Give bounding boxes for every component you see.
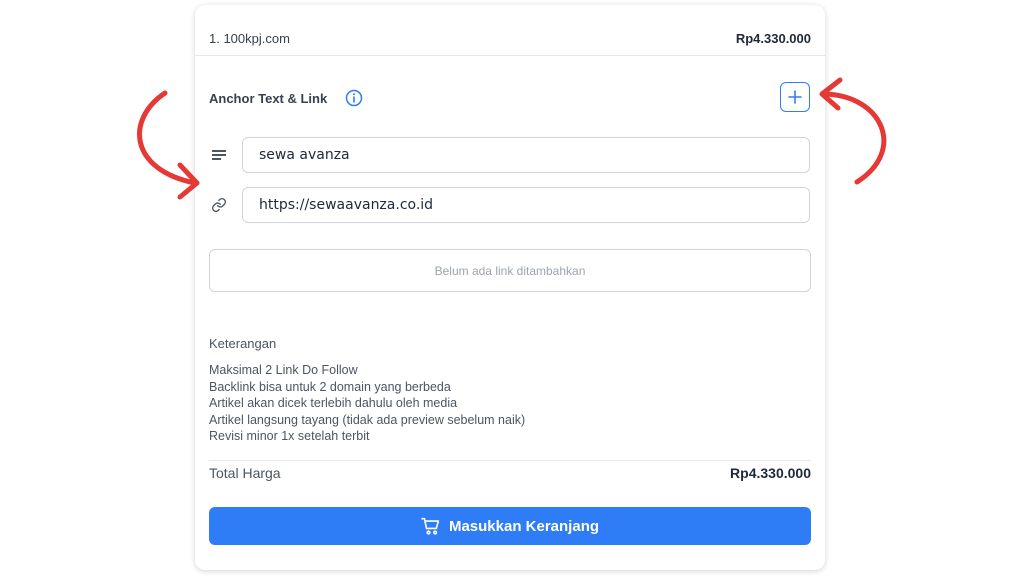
plus-icon	[788, 90, 802, 104]
note-item: Backlink bisa untuk 2 domain yang berbed…	[209, 379, 451, 394]
note-item: Artikel langsung tayang (tidak ada previ…	[209, 412, 526, 427]
divider	[195, 55, 825, 56]
cart-icon	[421, 517, 440, 535]
total-value: Rp4.330.000	[730, 465, 811, 481]
add-link-button[interactable]	[780, 82, 810, 112]
order-item-price: Rp4.330.000	[735, 31, 811, 46]
anchor-section-title: Anchor Text & Link	[209, 89, 363, 107]
anchor-title-label: Anchor Text & Link	[209, 90, 328, 106]
divider	[209, 460, 811, 461]
empty-links-message: Belum ada link ditambahkan	[209, 249, 811, 292]
order-card: 1. 100kpj.com Rp4.330.000 Anchor Text & …	[195, 5, 825, 570]
order-item-row: 1. 100kpj.com Rp4.330.000	[209, 31, 811, 46]
add-to-cart-label: Masukkan Keranjang	[448, 517, 600, 535]
total-label: Total Harga	[209, 465, 281, 481]
note-item: Artikel akan dicek terlebih dahulu oleh …	[209, 396, 458, 410]
link-url-input[interactable]	[242, 187, 810, 223]
notes-title: Keterangan	[209, 336, 277, 351]
annotation-arrow-right	[819, 77, 887, 185]
notes-list: Maksimal 2 Link Do Follow Backlink bisa …	[209, 362, 525, 445]
anchor-text-row	[209, 136, 811, 174]
info-icon[interactable]	[345, 89, 363, 107]
link-row	[209, 186, 811, 224]
anchor-text-input[interactable]	[242, 137, 810, 173]
note-item: Revisi minor 1x setelah terbit	[209, 429, 370, 443]
add-to-cart-button[interactable]: Masukkan Keranjang	[209, 507, 811, 545]
total-row: Total Harga Rp4.330.000	[209, 463, 811, 483]
annotation-arrow-left	[137, 90, 200, 200]
order-item-label: 1. 100kpj.com	[209, 31, 290, 46]
note-item: Maksimal 2 Link Do Follow	[209, 363, 358, 377]
